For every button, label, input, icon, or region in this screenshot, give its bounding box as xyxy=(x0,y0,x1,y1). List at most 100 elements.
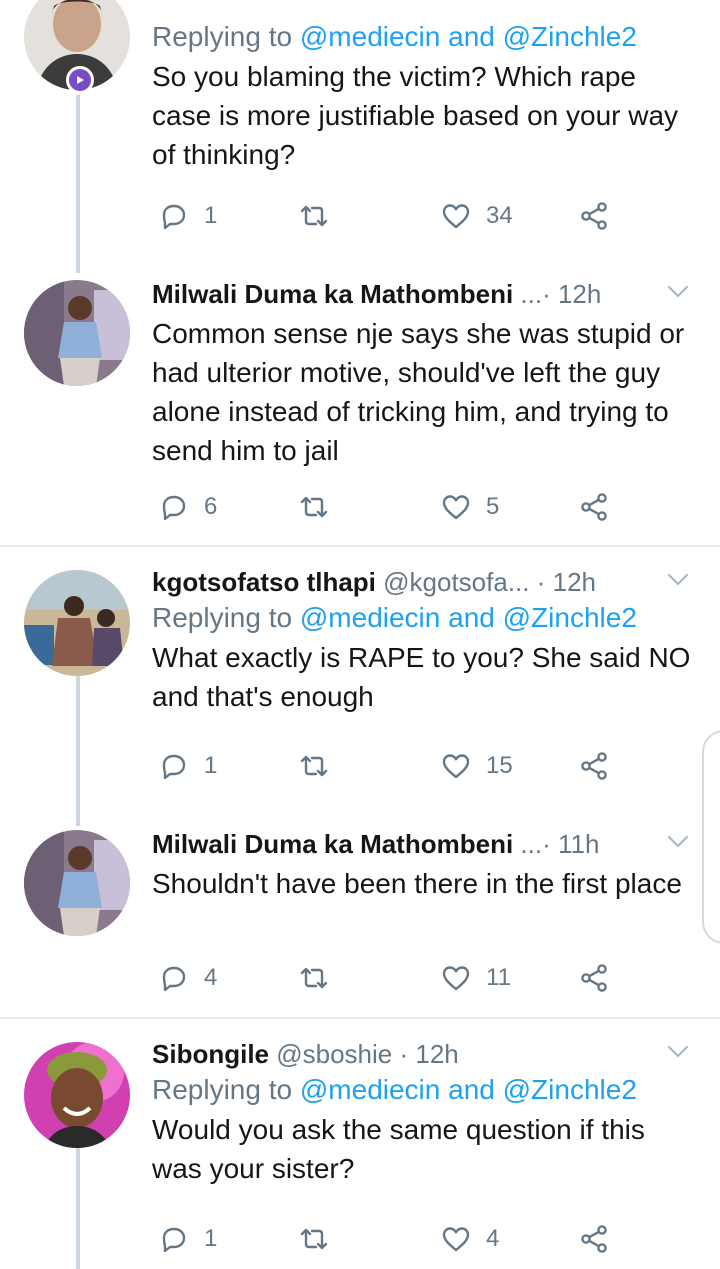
timestamp[interactable]: · 12h xyxy=(542,279,601,309)
tweet-header: Milwali Duma ka Mathombeni ...· 11h xyxy=(152,828,700,860)
heart-icon xyxy=(440,962,472,994)
share-button[interactable] xyxy=(578,746,610,786)
reply-icon xyxy=(158,962,190,994)
like-count: 11 xyxy=(486,964,511,991)
share-icon xyxy=(578,1223,610,1255)
display-name[interactable]: Sibongile xyxy=(152,1039,269,1069)
reply-button[interactable]: 1 xyxy=(158,196,217,236)
timestamp[interactable]: · 12h xyxy=(399,1039,458,1069)
share-icon xyxy=(578,491,610,523)
timestamp[interactable]: · 12h xyxy=(537,567,596,597)
user-handle[interactable]: ... xyxy=(520,279,542,309)
reply-icon xyxy=(158,1223,190,1255)
replying-to: Replying to @mediecin and @Zinchle2 xyxy=(152,1070,700,1110)
reply-button[interactable]: 4 xyxy=(158,958,217,998)
user-handle[interactable]: @sboshie xyxy=(276,1039,392,1069)
share-icon xyxy=(578,750,610,782)
like-count: 15 xyxy=(486,752,513,779)
user-handle[interactable]: ... xyxy=(520,829,542,859)
tweet-actions: 6 5 xyxy=(152,487,632,527)
reply-count: 1 xyxy=(204,752,218,779)
reply-icon xyxy=(158,491,190,523)
like-button[interactable]: 4 xyxy=(440,1219,499,1259)
replying-to-link[interactable]: @mediecin and @Zinchle2 xyxy=(300,602,637,633)
reply-count: 4 xyxy=(204,964,218,991)
tweet-header: Sibongile @sboshie · 12h xyxy=(152,1038,700,1070)
tweet-text: What exactly is RAPE to you? She said NO… xyxy=(152,642,691,712)
share-button[interactable] xyxy=(578,1219,610,1259)
reply-button[interactable]: 1 xyxy=(158,746,217,786)
display-name[interactable]: Milwali Duma ka Mathombeni xyxy=(152,279,513,309)
replying-to-label: Replying to xyxy=(152,1074,293,1105)
share-icon xyxy=(578,200,610,232)
retweet-icon xyxy=(298,200,330,232)
avatar[interactable] xyxy=(24,1042,130,1148)
avatar[interactable] xyxy=(24,280,130,386)
replying-to: Replying to @mediecin and @Zinchle2 xyxy=(152,17,700,57)
display-name[interactable]: kgotsofatso tlhapi xyxy=(152,567,376,597)
tweet-text: Common sense nje says she was stupid or … xyxy=(152,318,685,466)
heart-icon xyxy=(440,491,472,523)
tweet[interactable]: kgotsofatso tlhapi @kgotsofa... · 12h Re… xyxy=(0,548,720,826)
like-count: 4 xyxy=(486,1225,500,1252)
chevron-down-icon[interactable] xyxy=(666,282,690,302)
heart-icon xyxy=(440,1223,472,1255)
share-icon xyxy=(578,962,610,994)
like-count: 5 xyxy=(486,493,500,520)
thread-line xyxy=(76,95,80,273)
reply-count: 6 xyxy=(204,493,218,520)
retweet-button[interactable] xyxy=(298,958,330,998)
chevron-down-icon[interactable] xyxy=(666,1042,690,1062)
chevron-down-icon[interactable] xyxy=(666,832,690,852)
user-handle[interactable]: @kgotsofa... xyxy=(383,567,529,597)
like-button[interactable]: 11 xyxy=(440,958,511,998)
tweet[interactable]: Sibongile @sboshie · 12h Replying to @me… xyxy=(0,1020,720,1269)
replying-to-label: Replying to xyxy=(152,602,293,633)
replying-to-link[interactable]: @mediecin and @Zinchle2 xyxy=(300,1074,637,1105)
heart-icon xyxy=(440,750,472,782)
avatar[interactable] xyxy=(24,570,130,676)
tweet[interactable]: Replying to @mediecin and @Zinchle2 So y… xyxy=(0,0,720,273)
heart-icon xyxy=(440,200,472,232)
share-button[interactable] xyxy=(578,196,610,236)
like-button[interactable]: 34 xyxy=(440,196,513,236)
chevron-down-icon[interactable] xyxy=(666,570,690,590)
tweet-header: kgotsofatso tlhapi @kgotsofa... · 12h xyxy=(152,566,700,598)
avatar[interactable] xyxy=(24,830,130,936)
like-count: 34 xyxy=(486,202,513,229)
tweet-header: Milwali Duma ka Mathombeni ...· 12h xyxy=(152,278,700,310)
retweet-button[interactable] xyxy=(298,196,330,236)
divider xyxy=(0,545,720,547)
share-button[interactable] xyxy=(578,958,610,998)
retweet-button[interactable] xyxy=(298,746,330,786)
thread-line xyxy=(76,676,80,826)
tweet-actions: 1 15 xyxy=(152,746,632,786)
tweet-actions: 1 4 xyxy=(152,1219,632,1259)
tweet[interactable]: Milwali Duma ka Mathombeni ...· 12h Comm… xyxy=(0,270,720,547)
retweet-button[interactable] xyxy=(298,487,330,527)
tweet-text: Would you ask the same question if this … xyxy=(152,1114,645,1184)
reply-count: 1 xyxy=(204,202,218,229)
reply-button[interactable]: 1 xyxy=(158,1219,217,1259)
tweet-text: So you blaming the victim? Which rape ca… xyxy=(152,61,679,170)
retweet-icon xyxy=(298,962,330,994)
retweet-button[interactable] xyxy=(298,1219,330,1259)
reply-button[interactable]: 6 xyxy=(158,487,217,527)
share-button[interactable] xyxy=(578,487,610,527)
video-badge-icon xyxy=(66,66,94,94)
like-button[interactable]: 5 xyxy=(440,487,499,527)
reply-count: 1 xyxy=(204,1225,218,1252)
replying-to: Replying to @mediecin and @Zinchle2 xyxy=(152,598,700,638)
retweet-icon xyxy=(298,750,330,782)
floating-action-edge[interactable] xyxy=(702,730,720,944)
divider xyxy=(0,1017,720,1019)
display-name[interactable]: Milwali Duma ka Mathombeni xyxy=(152,829,513,859)
tweet[interactable]: Milwali Duma ka Mathombeni ...· 11h Shou… xyxy=(0,810,720,1019)
reply-icon xyxy=(158,750,190,782)
like-button[interactable]: 15 xyxy=(440,746,513,786)
thread-line xyxy=(76,1148,80,1269)
replying-to-link[interactable]: @mediecin and @Zinchle2 xyxy=(300,21,637,52)
tweet-actions: 1 34 xyxy=(152,196,632,236)
timestamp[interactable]: · 11h xyxy=(542,829,599,859)
tweet-text: Shouldn't have been there in the first p… xyxy=(152,868,682,899)
